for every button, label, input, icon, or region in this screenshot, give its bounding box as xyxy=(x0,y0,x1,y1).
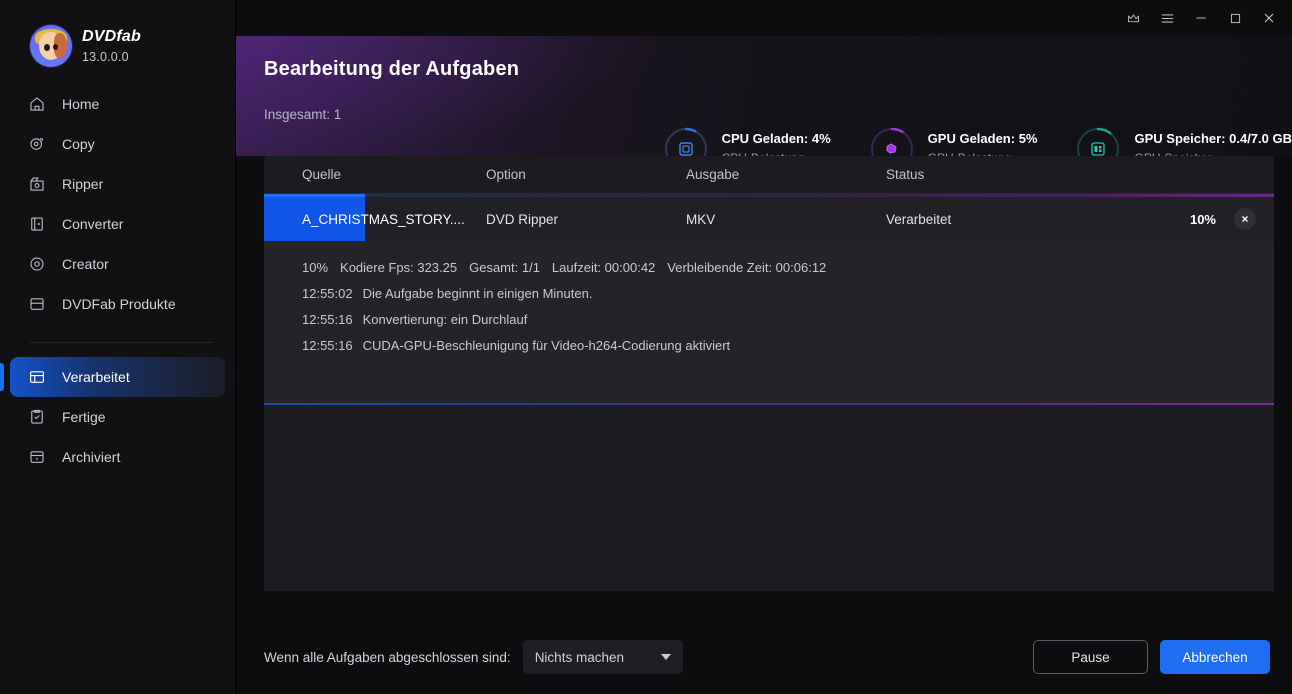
cancel-button[interactable]: Abbrechen xyxy=(1160,640,1270,674)
main-area: Bearbeitung der Aufgaben Insgesamt: 1 CP… xyxy=(236,0,1292,694)
detail-total: Gesamt: 1/1 xyxy=(469,260,540,275)
home-icon xyxy=(28,95,46,113)
sidebar-item-copy[interactable]: Copy xyxy=(10,124,225,164)
when-done-selected-value: Nichts machen xyxy=(534,649,624,665)
column-header-quelle: Quelle xyxy=(302,167,342,182)
sidebar-item-creator[interactable]: Creator xyxy=(10,244,225,284)
row-status: Verarbeitet xyxy=(886,211,952,227)
gpu-icon xyxy=(886,143,897,154)
detail-remaining: Verbleibende Zeit: 00:06:12 xyxy=(667,260,827,275)
copy-disc-icon xyxy=(28,135,46,153)
dvdfab-window: DVDfab 13.0.0.0 Home Copy Ripper Convert… xyxy=(0,0,1292,694)
sidebar-item-label: Archiviert xyxy=(62,449,121,465)
row-source: A_CHRISTMAS_STORY.... xyxy=(302,211,465,227)
cpu-load-caption: CPU-Belastung xyxy=(722,151,831,156)
sidebar-item-label: Verarbeitet xyxy=(62,369,130,385)
sidebar-item-label: Creator xyxy=(62,256,109,272)
sidebar-item-archiviert[interactable]: Archiviert xyxy=(10,437,225,477)
column-header-ausgabe: Ausgabe xyxy=(686,167,740,182)
gpu-memory-icon xyxy=(1091,142,1106,156)
crown-icon[interactable] xyxy=(1116,3,1150,33)
column-header-option: Option xyxy=(486,167,526,182)
log-time: 12:55:16 xyxy=(302,338,353,353)
detail-percent: 10% xyxy=(302,260,329,275)
sidebar-item-label: Converter xyxy=(62,216,124,232)
creator-disc-icon xyxy=(28,255,46,273)
row-option: DVD Ripper xyxy=(486,211,559,227)
task-panel: Quelle Option Ausgabe Status A_CHRISTMAS… xyxy=(264,156,1274,591)
stat-gpu-memory: GPU Speicher: 0.4/7.0 GB GPU-Speicher xyxy=(1075,126,1292,156)
gpu-load-value: GPU Geladen: 5% xyxy=(927,131,1038,147)
brand-version: 13.0.0.0 xyxy=(82,50,129,65)
clipboard-check-icon xyxy=(28,408,46,426)
log-message: CUDA-GPU-Beschleunigung für Video-h264-C… xyxy=(362,338,731,353)
gpu-memory-value: GPU Speicher: 0.4/7.0 GB xyxy=(1134,131,1292,147)
processing-list-icon xyxy=(28,368,46,386)
detail-fps: Kodiere Fps: 323.25 xyxy=(340,260,458,275)
stat-cpu-load: CPU Geladen: 4% CPU-Belastung xyxy=(663,126,831,156)
minimize-icon[interactable] xyxy=(1184,3,1218,33)
pause-button[interactable]: Pause xyxy=(1033,640,1148,674)
system-stats: CPU Geladen: 4% CPU-Belastung xyxy=(663,126,1292,156)
sidebar-item-label: Copy xyxy=(62,136,95,152)
archive-icon xyxy=(28,448,46,466)
sidebar-item-converter[interactable]: Converter xyxy=(10,204,225,244)
page-header: Bearbeitung der Aufgaben Insgesamt: 1 CP… xyxy=(236,36,1292,156)
gpu-load-caption: GPU-Belastung xyxy=(928,151,1038,156)
detail-runtime: Laufzeit: 00:00:42 xyxy=(551,260,656,275)
log-time: 12:55:16 xyxy=(302,312,353,327)
gpu-memory-caption: GPU-Speicher xyxy=(1134,151,1292,156)
brand-name: DVDfab xyxy=(82,28,141,46)
sidebar-item-dvdfab-produkte[interactable]: DVDFab Produkte xyxy=(10,284,225,324)
cpu-load-value: CPU Geladen: 4% xyxy=(721,131,831,147)
page-title: Bearbeitung der Aufgaben xyxy=(264,58,520,80)
maximize-icon[interactable] xyxy=(1218,3,1252,33)
sidebar-item-fertige[interactable]: Fertige xyxy=(10,397,225,437)
when-done-label: Wenn alle Aufgaben abgeschlossen sind: xyxy=(264,649,511,665)
menu-icon[interactable] xyxy=(1150,3,1184,33)
log-message: Konvertierung: ein Durchlauf xyxy=(362,312,528,327)
sidebar-item-verarbeitet[interactable]: Verarbeitet xyxy=(0,357,225,397)
log-entry: 12:55:16 CUDA-GPU-Beschleunigung für Vide… xyxy=(264,333,1274,359)
table-row[interactable]: A_CHRISTMAS_STORY.... DVD Ripper MKV Ver… xyxy=(264,197,1274,241)
sidebar-item-ripper[interactable]: Ripper xyxy=(10,164,225,204)
table-header: Quelle Option Ausgabe Status xyxy=(264,156,1274,194)
chevron-down-icon xyxy=(660,654,671,660)
stat-gpu-load: GPU Geladen: 5% GPU-Belastung xyxy=(869,126,1038,156)
sidebar-item-home[interactable]: Home xyxy=(10,84,225,124)
log-time: 12:55:02 xyxy=(302,286,353,301)
bottom-action-bar: Wenn alle Aufgaben abgeschlossen sind: N… xyxy=(236,620,1292,694)
close-icon[interactable] xyxy=(1252,3,1286,33)
sidebar-item-label: Ripper xyxy=(62,176,104,192)
sidebar-item-label: Fertige xyxy=(62,409,106,425)
column-header-status: Status xyxy=(886,167,925,182)
cpu-chip-icon xyxy=(678,142,693,156)
total-count: Insgesamt: 1 xyxy=(264,107,342,122)
task-list-empty-area xyxy=(264,405,1274,591)
row-close-icon[interactable] xyxy=(1234,208,1256,230)
brand-block: DVDfab 13.0.0.0 xyxy=(0,0,235,72)
gpu-ring xyxy=(869,126,915,156)
row-output: MKV xyxy=(686,211,716,227)
window-titlebar xyxy=(236,0,1292,36)
task-detail-panel: 10% Kodiere Fps: 323.25 Gesamt: 1/1 Laufzei… xyxy=(264,241,1274,591)
row-percent: 10% xyxy=(1189,211,1216,227)
log-message: Die Aufgabe beginnt in einigen Minuten. xyxy=(362,286,593,301)
sidebar-nav-primary: Home Copy Ripper Converter Creator DVDFa… xyxy=(0,84,235,477)
log-entry: 12:55:02 Die Aufgabe beginnt in einigen M… xyxy=(264,281,1274,307)
log-entry: 12:55:16 Konvertierung: ein Durchlauf xyxy=(264,307,1274,333)
cpu-ring xyxy=(663,126,709,156)
when-done-select[interactable]: Nichts machen xyxy=(522,640,683,674)
sidebar-divider xyxy=(30,342,213,343)
task-progress-summary: 10% Kodiere Fps: 323.25 Gesamt: 1/1 Laufzei… xyxy=(264,255,1274,281)
sidebar-item-label: DVDFab Produkte xyxy=(62,296,176,312)
ripper-icon xyxy=(28,175,46,193)
products-icon xyxy=(28,295,46,313)
sidebar-item-label: Home xyxy=(62,96,100,112)
converter-icon xyxy=(28,215,46,233)
sidebar: DVDfab 13.0.0.0 Home Copy Ripper Convert… xyxy=(0,0,236,694)
dvdfab-logo xyxy=(30,25,72,67)
gpu-memory-ring xyxy=(1075,126,1121,156)
